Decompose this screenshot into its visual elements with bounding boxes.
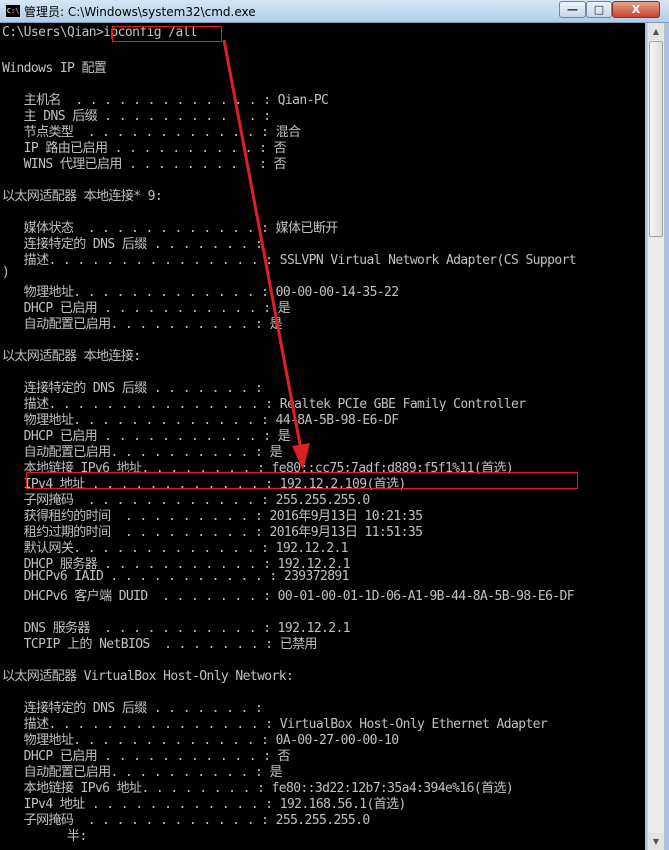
console-line: 以太网适配器 本地连接: [2, 349, 141, 364]
console-line: DHCP 服务器 . . . . . . . . . . . : 192.12.… [2, 557, 351, 572]
console-line: 本地链接 IPv6 地址. . . . . . . . : fe80::cc75… [2, 461, 514, 476]
console-line: 连接特定的 DNS 后缀 . . . . . . . : [2, 701, 263, 716]
console-line: DNS 服务器 . . . . . . . . . . . : 192.12.2… [2, 621, 351, 636]
console-line: C:\Users\Qian>ipconfig /all [2, 25, 198, 40]
console-line: 媒体状态 . . . . . . . . . . . . : 媒体已断开 [2, 221, 339, 236]
console-output[interactable]: C:\Users\Qian>ipconfig /all Windows IP 配置… [0, 23, 645, 850]
console-line: 子网掩码 . . . . . . . . . . . . : 255.255.2… [2, 813, 371, 828]
console-line: 主机名 . . . . . . . . . . . . . : Qian-PC [2, 93, 329, 108]
console-line: 描述. . . . . . . . . . . . . . . : SSLVPN… [2, 253, 577, 268]
console-line: ) [2, 265, 10, 280]
console-line: 自动配置已启用. . . . . . . . . . : 是 [2, 317, 283, 332]
minimize-button[interactable]: — [559, 1, 586, 18]
console-line: 半: [2, 829, 87, 844]
console-line: IPv4 地址 . . . . . . . . . . . . : 192.16… [2, 797, 407, 812]
scroll-down-arrow-icon[interactable]: ▼ [648, 833, 664, 850]
console-line: DHCP 已启用 . . . . . . . . . . . : 是 [2, 301, 291, 316]
title-bar[interactable]: C:\ 管理员: C:\Windows\system32\cmd.exe — □… [0, 0, 669, 23]
console-line: Windows IP 配置 [2, 61, 107, 76]
console-line: 以太网适配器 本地连接* 9: [2, 189, 163, 204]
console-line: 描述. . . . . . . . . . . . . . . : Realte… [2, 397, 526, 412]
console-line: 自动配置已启用. . . . . . . . . . : 是 [2, 445, 283, 460]
console-line: IP 路由已启用 . . . . . . . . . . : 否 [2, 141, 287, 156]
console-line: 租约过期的时间 . . . . . . . . . : 2016年9月13日 1… [2, 525, 423, 540]
console-line: 主 DNS 后缀 . . . . . . . . . . . : [2, 109, 271, 124]
console-line: 以太网适配器 VirtualBox Host-Only Network: [2, 669, 294, 684]
console-line: 节点类型 . . . . . . . . . . . . : 混合 [2, 125, 301, 140]
cmd-window: C:\ 管理员: C:\Windows\system32\cmd.exe — □… [0, 0, 669, 850]
console-line: DHCPv6 客户端 DUID . . . . . . . : 00-01-00… [2, 589, 575, 604]
console-line: IPv4 地址 . . . . . . . . . . . . : 192.12… [2, 477, 407, 492]
console-line: WINS 代理已启用 . . . . . . . . . : 否 [2, 157, 287, 172]
console-line: 自动配置已启用. . . . . . . . . . : 是 [2, 765, 283, 780]
maximize-button[interactable]: □ [586, 1, 612, 18]
console-line: 连接特定的 DNS 后缀 . . . . . . . : [2, 381, 263, 396]
console-line: 连接特定的 DNS 后缀 . . . . . . . : [2, 237, 263, 252]
console-line: 本地链接 IPv6 地址. . . . . . . . : fe80::3d22… [2, 781, 514, 796]
scroll-up-arrow-icon[interactable]: ▲ [648, 23, 664, 40]
vertical-scrollbar[interactable]: ▲ ▼ [647, 23, 664, 850]
console-line: TCPIP 上的 NetBIOS . . . . . . . : 已禁用 [2, 637, 318, 652]
console-line: DHCPv6 IAID . . . . . . . . . . . : 2393… [2, 569, 350, 584]
scrollbar-thumb[interactable] [649, 41, 663, 237]
cmd-app-icon[interactable]: C:\ [5, 4, 21, 18]
console-line: 描述. . . . . . . . . . . . . . . : Virtua… [2, 717, 548, 732]
console-line: 获得租约的时间 . . . . . . . . . : 2016年9月13日 1… [2, 509, 423, 524]
window-title: 管理员: C:\Windows\system32\cmd.exe [24, 5, 256, 19]
console-line: DHCP 已启用 . . . . . . . . . . . : 是 [2, 429, 291, 444]
console-line: 子网掩码 . . . . . . . . . . . . : 255.255.2… [2, 493, 371, 508]
console-line: 物理地址. . . . . . . . . . . . . : 44-8A-5B… [2, 413, 399, 428]
close-button[interactable]: X [612, 1, 660, 18]
console-line: 物理地址. . . . . . . . . . . . . : 0A-00-27… [2, 733, 399, 748]
console-line: 默认网关. . . . . . . . . . . . . : 192.12.2… [2, 541, 349, 556]
console-line: DHCP 已启用 . . . . . . . . . . . : 否 [2, 749, 291, 764]
console-line: 物理地址. . . . . . . . . . . . . : 00-00-00… [2, 285, 399, 300]
